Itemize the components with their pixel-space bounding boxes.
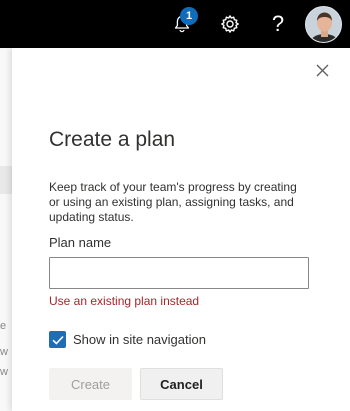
panel-title: Create a plan bbox=[49, 128, 176, 151]
help-button[interactable]: ? bbox=[258, 0, 298, 48]
background-text-fragment: e bbox=[0, 320, 7, 332]
close-icon bbox=[316, 64, 328, 76]
create-plan-panel: Create a plan Keep track of your team's … bbox=[12, 48, 350, 411]
checkmark-icon bbox=[51, 335, 64, 345]
background-text-fragment: w bbox=[0, 366, 8, 378]
settings-button[interactable] bbox=[210, 0, 250, 48]
plan-name-label: Plan name bbox=[49, 235, 112, 250]
cancel-button[interactable]: Cancel bbox=[140, 368, 223, 400]
suite-top-bar: 1 ? bbox=[0, 0, 350, 48]
use-existing-plan-link[interactable]: Use an existing plan instead bbox=[49, 294, 199, 308]
help-icon: ? bbox=[271, 11, 285, 36]
create-button[interactable]: Create bbox=[49, 368, 132, 400]
show-in-site-navigation-label: Show in site navigation bbox=[73, 332, 206, 347]
user-photo-icon bbox=[306, 7, 341, 42]
notifications-button[interactable] bbox=[162, 0, 202, 48]
panel-description: Keep track of your team's progress by cr… bbox=[49, 180, 297, 224]
avatar[interactable] bbox=[305, 6, 342, 43]
plan-name-input[interactable] bbox=[49, 257, 309, 289]
show-in-site-navigation-option[interactable]: Show in site navigation bbox=[49, 331, 206, 348]
background-strip bbox=[0, 166, 12, 194]
close-button[interactable] bbox=[312, 60, 332, 80]
background-page: e w w bbox=[0, 48, 12, 411]
notification-count-badge: 1 bbox=[180, 7, 198, 25]
background-text-fragment: w bbox=[0, 346, 8, 358]
gear-icon bbox=[221, 15, 239, 33]
show-in-site-navigation-checkbox[interactable] bbox=[49, 331, 66, 348]
